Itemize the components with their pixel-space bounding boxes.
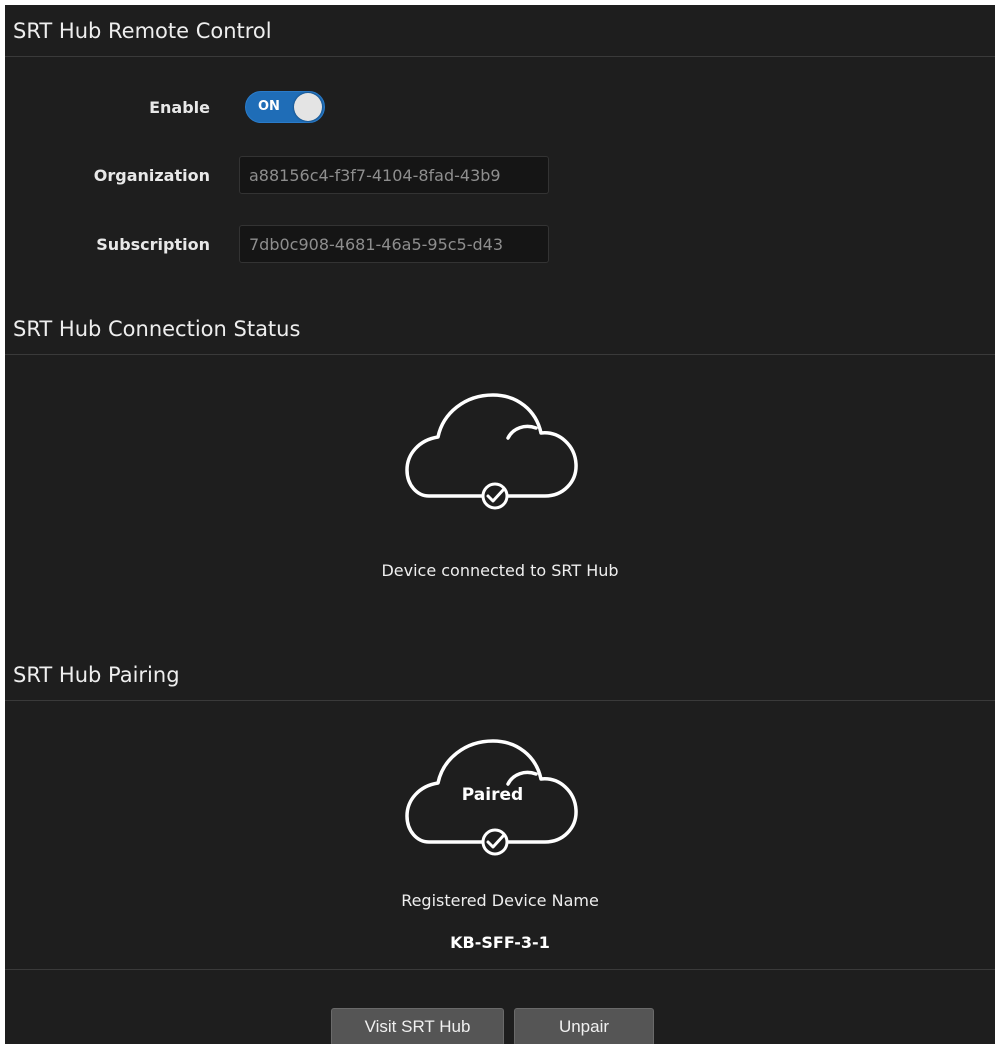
subscription-row: Subscription [5,224,549,264]
device-name: KB-SFF-3-1 [450,933,550,952]
toggle-knob [294,93,322,121]
visit-srt-hub-button[interactable]: Visit SRT Hub [331,1008,504,1044]
remote-control-title: SRT Hub Remote Control [13,18,272,43]
actions-divider [5,969,995,970]
enable-toggle[interactable]: ON [245,91,325,123]
enable-row: Enable ON [5,87,325,127]
subscription-field[interactable] [239,225,549,263]
subscription-label: Subscription [96,234,210,254]
cloud-check-icon [405,393,578,510]
connection-status-text: Device connected to SRT Hub [381,561,619,580]
srt-hub-panel: SRT Hub Remote Control Enable ON Organiz… [5,5,995,1044]
pairing-header: SRT Hub Pairing [5,649,995,701]
connection-status-header: SRT Hub Connection Status [5,303,995,355]
pairing-title: SRT Hub Pairing [13,662,180,687]
paired-label: Paired [461,785,524,805]
enable-label: Enable [149,97,210,117]
connection-status-title: SRT Hub Connection Status [13,316,301,341]
unpair-button[interactable]: Unpair [514,1008,654,1044]
registered-device-label: Registered Device Name [401,891,599,910]
organization-row: Organization [5,155,549,195]
enable-toggle-text: ON [258,99,280,114]
remote-control-header: SRT Hub Remote Control [5,5,995,57]
organization-field[interactable] [239,156,549,194]
organization-label: Organization [93,165,210,185]
